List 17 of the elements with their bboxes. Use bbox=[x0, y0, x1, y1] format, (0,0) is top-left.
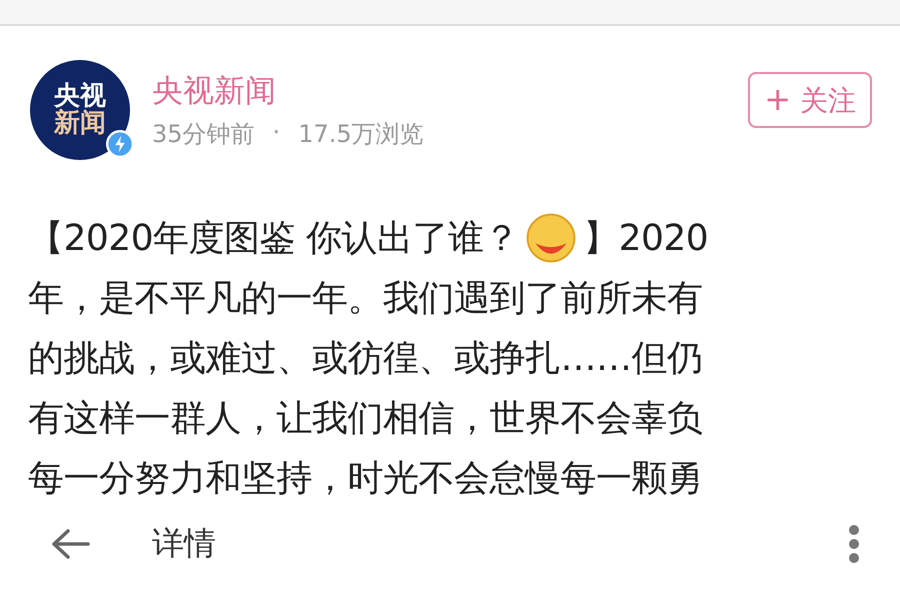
post-text: 年，是不平凡的一年。我们遇到了前所未有 bbox=[28, 276, 702, 320]
avatar-text: 央视 bbox=[54, 82, 106, 110]
post-text: 的挑战，或难过、或彷徨、或挣扎……但仍 bbox=[28, 336, 702, 380]
more-options-icon[interactable] bbox=[848, 524, 860, 564]
post-text: 有这样一群人，让我们相信，世界不会辜负 bbox=[28, 396, 702, 440]
post-time: 35分钟前 bbox=[152, 119, 255, 150]
back-arrow-icon[interactable] bbox=[50, 528, 90, 560]
view-count: 17.5万浏览 bbox=[298, 119, 424, 150]
post-text: 】2020 bbox=[583, 216, 708, 260]
page-title: 详情 bbox=[152, 523, 217, 564]
post-text: 【2020年度图鉴 你认出了谁？ bbox=[28, 216, 520, 260]
follow-button[interactable]: + 关注 bbox=[748, 72, 872, 128]
emoji-icon bbox=[525, 212, 578, 264]
author-name[interactable]: 央视新闻 bbox=[152, 70, 726, 112]
separator-dot: · bbox=[272, 118, 282, 148]
post-text: 每一分努力和坚持，时光不会怠慢每一颗勇 bbox=[28, 456, 702, 500]
avatar-text: 新闻 bbox=[54, 110, 106, 138]
